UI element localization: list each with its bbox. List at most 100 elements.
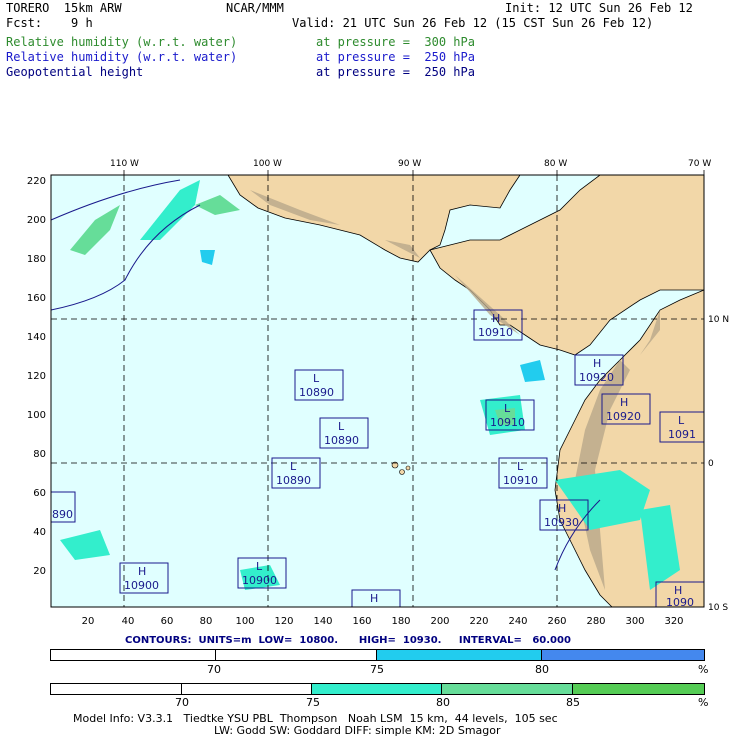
right-lat-labels: 10 N 0 10 S <box>708 315 729 613</box>
colorbar-2-label: 70 <box>175 696 189 709</box>
field-3-level: at pressure = 250 hPa <box>316 65 475 79</box>
colorbar-1-seg <box>51 650 216 660</box>
x-tick: 100 <box>235 616 254 627</box>
svg-text:L: L <box>256 560 263 573</box>
lon-label: 100 W <box>253 159 282 169</box>
field-2-name: Relative humidity (w.r.t. water) <box>6 50 238 64</box>
colorbar-1-label: % <box>698 663 709 676</box>
init-time: Init: 12 UTC Sun 26 Feb 12 <box>505 1 693 15</box>
x-tick: 140 <box>313 616 332 627</box>
colorbar-2-seg <box>51 684 182 694</box>
colorbar-2-seg <box>312 684 442 694</box>
y-tick: 120 <box>27 371 46 382</box>
y-tick: 200 <box>27 215 46 226</box>
lat-label: 10 N <box>708 315 729 325</box>
colorbar-1-seg <box>377 650 542 660</box>
axis-ticks <box>123 170 705 175</box>
svg-text:H: H <box>558 502 566 515</box>
colorbar-1-seg <box>216 650 377 660</box>
org-label: NCAR/MMM <box>226 1 284 15</box>
y-tick: 40 <box>33 527 46 538</box>
svg-text:10890: 10890 <box>276 474 311 487</box>
x-tick: 320 <box>664 616 683 627</box>
x-tick: 200 <box>430 616 449 627</box>
colorbar-2-seg <box>442 684 573 694</box>
x-tick: 180 <box>391 616 410 627</box>
colorbar-1-label: 70 <box>207 663 221 676</box>
x-tick: 120 <box>274 616 293 627</box>
svg-text:10920: 10920 <box>579 371 614 384</box>
svg-text:H: H <box>492 312 500 325</box>
forecast-hour: Fcst: 9 h <box>6 16 93 30</box>
colorbar-2-label: % <box>698 696 709 709</box>
colorbar-1-seg <box>542 650 704 660</box>
y-tick: 80 <box>33 449 46 460</box>
field-1-level: at pressure = 300 hPa <box>316 35 475 49</box>
lon-label: 90 W <box>398 159 421 169</box>
svg-text:890: 890 <box>52 508 73 521</box>
y-tick: 100 <box>27 410 46 421</box>
y-tick: 140 <box>27 332 46 343</box>
colorbar-2-label: 85 <box>566 696 580 709</box>
valid-time: Valid: 21 UTC Sun 26 Feb 12 (15 CST Sun … <box>292 16 654 30</box>
svg-text:1091: 1091 <box>668 428 696 441</box>
svg-text:10890: 10890 <box>324 434 359 447</box>
x-tick: 300 <box>625 616 644 627</box>
colorbar-2-seg <box>573 684 704 694</box>
lat-label: 10 S <box>708 603 728 613</box>
svg-text:L: L <box>290 460 297 473</box>
lon-label: 80 W <box>544 159 567 169</box>
model-title: TORERO 15km ARW <box>6 1 122 15</box>
left-y-axis: 220 200 180 160 140 120 100 80 60 40 20 <box>27 176 46 577</box>
y-tick: 160 <box>27 293 46 304</box>
x-tick: 20 <box>82 616 95 627</box>
colorbar-2-label: 75 <box>306 696 320 709</box>
svg-text:L: L <box>504 402 511 415</box>
x-tick: 220 <box>469 616 488 627</box>
x-tick: 280 <box>586 616 605 627</box>
svg-text:10930: 10930 <box>544 516 579 529</box>
colorbar-1 <box>50 649 705 661</box>
weather-map: 110 W 100 W 90 W 80 W 70 W H10910 L10890… <box>27 159 729 627</box>
colorbar-2 <box>50 683 705 695</box>
svg-text:H: H <box>620 396 628 409</box>
svg-text:10900: 10900 <box>242 574 277 587</box>
colorbar-1-label: 80 <box>535 663 549 676</box>
colorbar-2-label: 80 <box>436 696 450 709</box>
field-2-level: at pressure = 250 hPa <box>316 50 475 64</box>
colorbar-2-seg <box>182 684 312 694</box>
x-tick: 60 <box>161 616 174 627</box>
svg-text:H: H <box>370 592 378 605</box>
y-tick: 60 <box>33 488 46 499</box>
svg-text:10890: 10890 <box>299 386 334 399</box>
x-tick: 160 <box>352 616 371 627</box>
footer-physics-info: LW: Godd SW: Goddard DIFF: simple KM: 2D… <box>214 724 501 737</box>
svg-text:10900: 10900 <box>124 579 159 592</box>
x-tick: 80 <box>200 616 213 627</box>
lon-label: 110 W <box>110 159 139 169</box>
svg-text:10910: 10910 <box>503 474 538 487</box>
x-tick: 40 <box>122 616 135 627</box>
field-3-name: Geopotential height <box>6 65 144 79</box>
svg-text:L: L <box>678 414 685 427</box>
svg-text:10910: 10910 <box>490 416 525 429</box>
svg-text:L: L <box>517 460 524 473</box>
x-tick: 240 <box>508 616 527 627</box>
top-lon-labels: 110 W 100 W 90 W 80 W 70 W <box>110 159 711 169</box>
bottom-x-axis: 20 40 60 80 100 120 140 160 180 200 220 … <box>82 616 684 627</box>
svg-text:10910: 10910 <box>478 326 513 339</box>
svg-text:10920: 10920 <box>606 410 641 423</box>
svg-text:L: L <box>338 420 345 433</box>
svg-text:H: H <box>593 357 601 370</box>
svg-text:L: L <box>313 372 320 385</box>
y-tick: 180 <box>27 254 46 265</box>
svg-text:H: H <box>138 565 146 578</box>
lon-label: 70 W <box>688 159 711 169</box>
contour-info: CONTOURS: UNITS=m LOW= 10800. HIGH= 1093… <box>125 635 571 646</box>
x-tick: 260 <box>547 616 566 627</box>
y-tick: 220 <box>27 176 46 187</box>
colorbar-1-label: 75 <box>370 663 384 676</box>
lat-label: 0 <box>708 459 714 469</box>
field-1-name: Relative humidity (w.r.t. water) <box>6 35 238 49</box>
y-tick: 20 <box>33 566 46 577</box>
